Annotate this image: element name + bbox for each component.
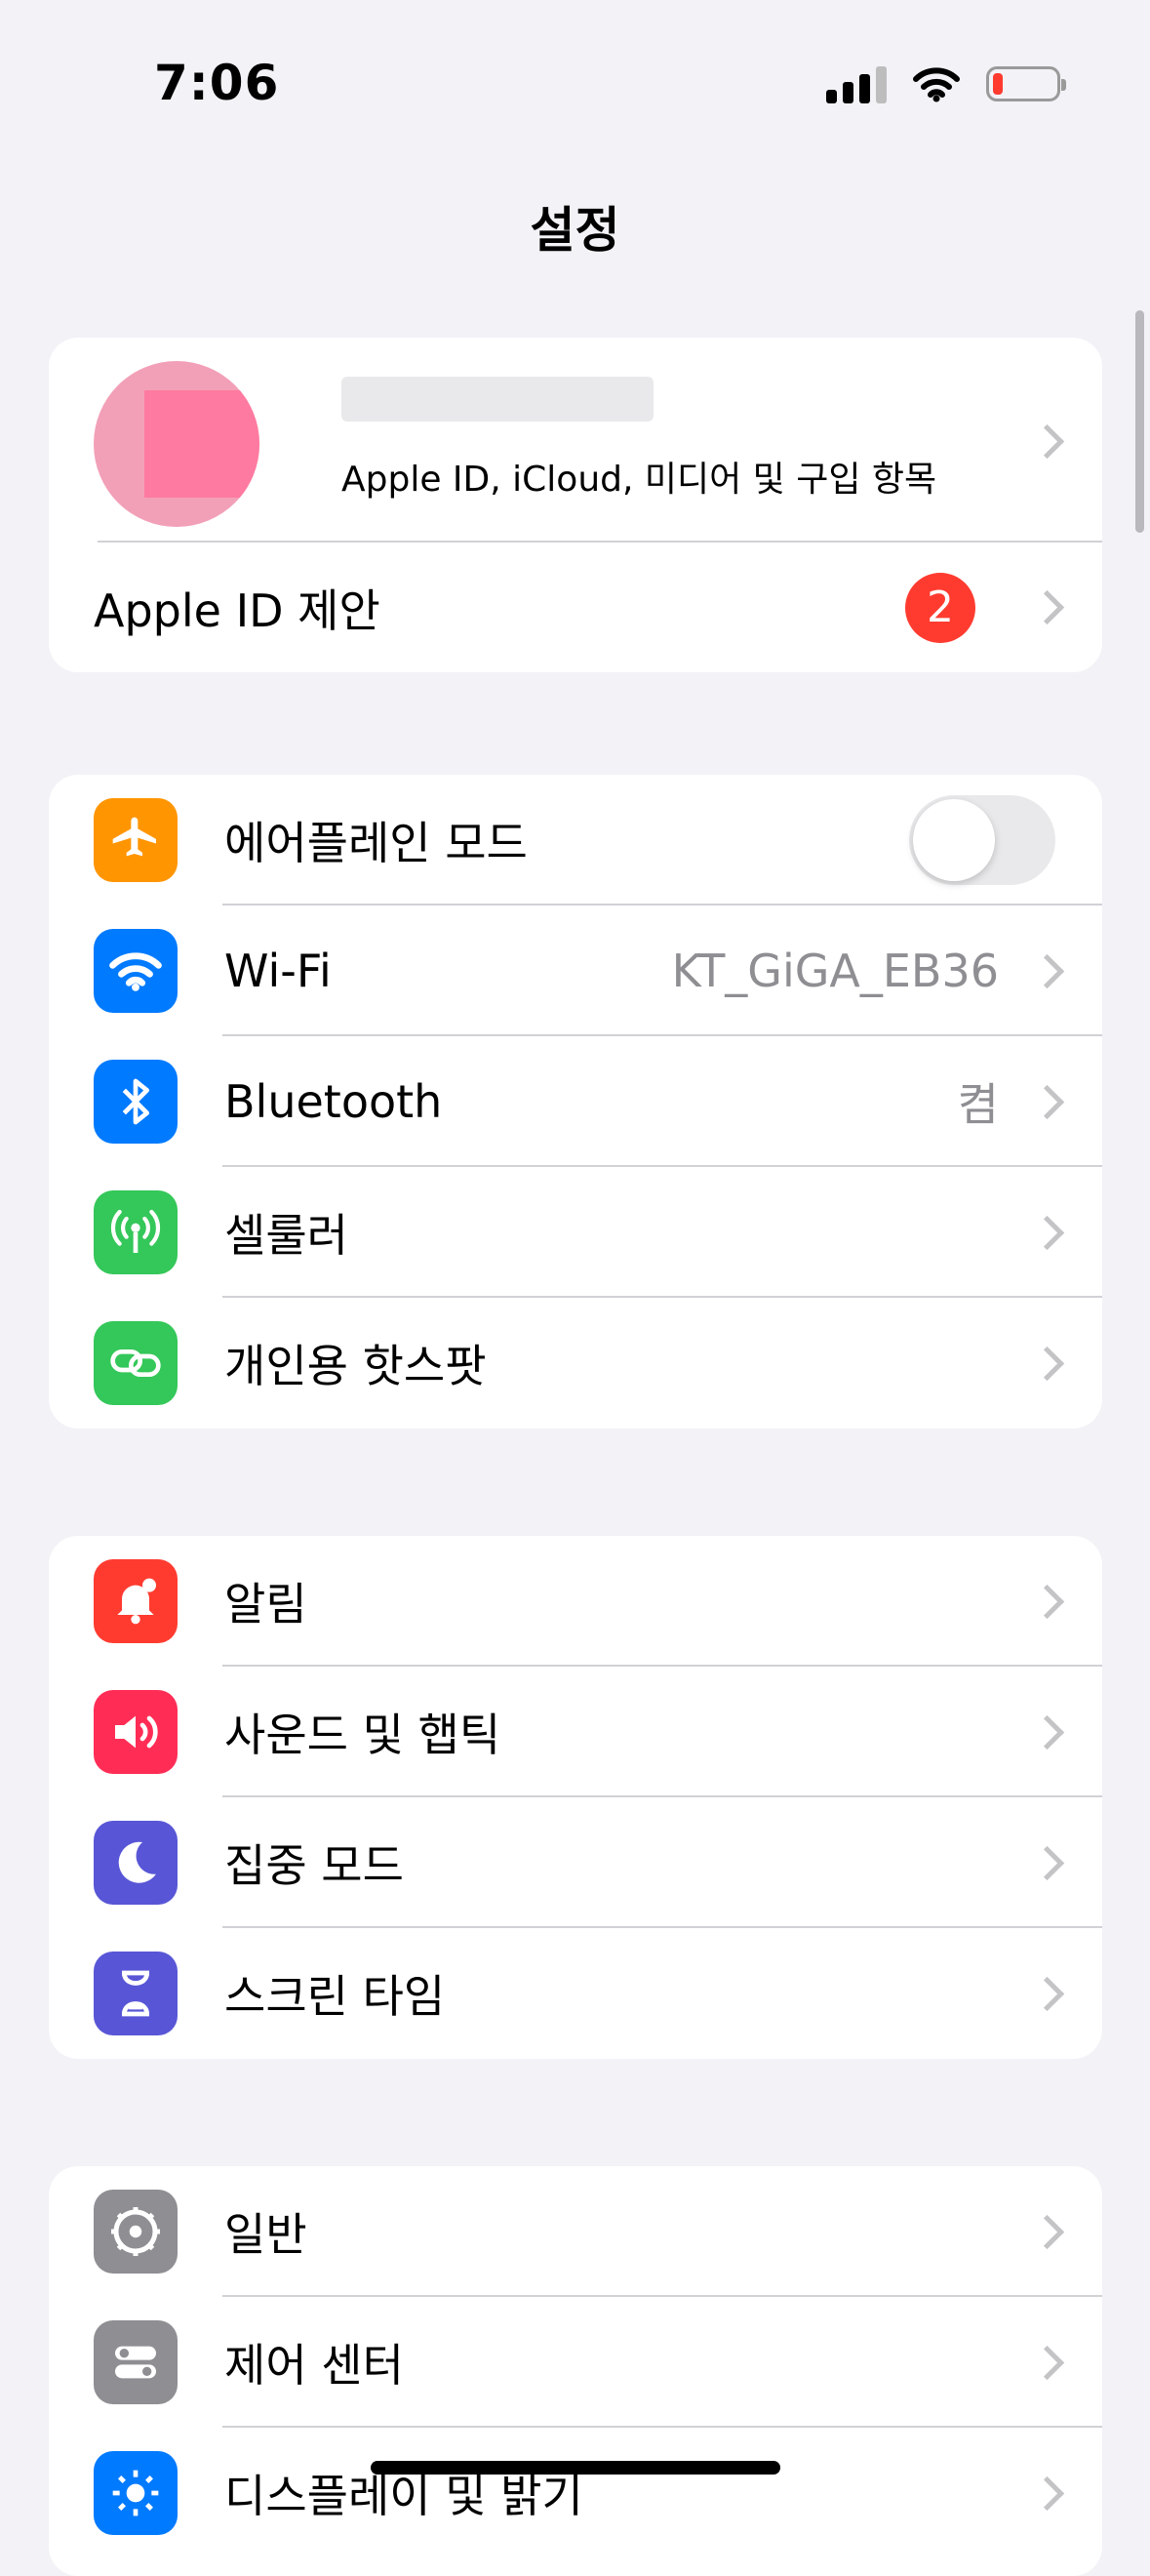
notification-badge: 2 [905, 572, 975, 643]
row-label: 알림 [224, 1578, 307, 1630]
home-indicator[interactable] [371, 2461, 780, 2475]
battery-icon [986, 66, 1066, 101]
chevron-right-icon [1029, 2214, 1065, 2249]
chevron-right-icon [1029, 1346, 1065, 1381]
wifi-icon [94, 929, 178, 1013]
chevron-right-icon [1029, 2475, 1065, 2511]
toggles-icon [94, 2320, 178, 2404]
chevron-right-icon [1029, 1084, 1065, 1119]
settings-row-control-center[interactable]: 제어 센터 [49, 2297, 1102, 2428]
bluetooth-status-value: 켬 [957, 1078, 999, 1131]
chevron-right-icon [1029, 1215, 1065, 1250]
chevron-right-icon [1029, 589, 1065, 625]
gear-icon [94, 2190, 178, 2274]
chevron-right-icon [1029, 1845, 1065, 1880]
chevron-right-icon [1029, 1584, 1065, 1619]
row-label: Bluetooth [224, 1075, 443, 1128]
avatar [94, 361, 259, 527]
speaker-icon [94, 1690, 178, 1774]
account-name-redacted [341, 377, 654, 422]
apple-id-row[interactable]: Apple ID, iCloud, 미디어 및 구입 항목 [49, 338, 1102, 543]
row-label: 에어플레인 모드 [224, 817, 528, 869]
bluetooth-icon [94, 1060, 178, 1144]
row-label: 일반 [224, 2208, 307, 2261]
airplane-mode-toggle[interactable] [909, 795, 1055, 885]
account-group: Apple ID, iCloud, 미디어 및 구입 항목 Apple ID 제… [49, 338, 1102, 672]
settings-row-bluetooth[interactable]: Bluetooth 켬 [49, 1036, 1102, 1167]
chevron-right-icon [1029, 953, 1065, 988]
connectivity-group: 에어플레인 모드 Wi-Fi KT_GiGA_EB36 Bluetooth 켬 … [49, 775, 1102, 1429]
row-label: 개인용 핫스팟 [224, 1340, 487, 1392]
airplane-icon [94, 798, 178, 882]
chevron-right-icon [1029, 1976, 1065, 2011]
hourglass-icon [94, 1952, 178, 2035]
settings-row-personal-hotspot[interactable]: 개인용 핫스팟 [49, 1298, 1102, 1429]
settings-row-wifi[interactable]: Wi-Fi KT_GiGA_EB36 [49, 906, 1102, 1036]
settings-row-sounds-haptics[interactable]: 사운드 및 햅틱 [49, 1667, 1102, 1797]
settings-row-focus[interactable]: 집중 모드 [49, 1797, 1102, 1928]
settings-row-cellular[interactable]: 셀룰러 [49, 1167, 1102, 1298]
general-group: 일반 제어 센터 디스플레이 및 밝기 [49, 2166, 1102, 2576]
status-icons [826, 64, 1066, 103]
chevron-right-icon [1029, 2345, 1065, 2380]
chevron-right-icon [1029, 1714, 1065, 1750]
antenna-icon [94, 1190, 178, 1274]
suggestions-label: Apple ID 제안 [94, 584, 380, 637]
chevron-right-icon [1029, 423, 1065, 460]
wifi-network-value: KT_GiGA_EB36 [671, 945, 999, 997]
row-label: Wi-Fi [224, 945, 332, 997]
settings-row-notifications[interactable]: 알림 [49, 1536, 1102, 1667]
sun-icon [94, 2451, 178, 2535]
status-time: 7:06 [154, 55, 280, 111]
bell-icon [94, 1559, 178, 1643]
row-label: 스크린 타임 [224, 1970, 446, 2023]
apple-id-suggestions-row[interactable]: Apple ID 제안 2 [49, 543, 1102, 672]
row-label: 셀룰러 [224, 1209, 348, 1262]
page-title: 설정 [530, 202, 620, 259]
wifi-status-icon [913, 67, 960, 102]
row-label: 집중 모드 [224, 1839, 404, 1892]
settings-row-display-brightness[interactable]: 디스플레이 및 밝기 [49, 2428, 1102, 2558]
apple-id-subtitle: Apple ID, iCloud, 미디어 및 구입 항목 [341, 460, 937, 500]
row-label: 사운드 및 햅틱 [224, 1709, 501, 1761]
row-label: 제어 센터 [224, 2339, 404, 2392]
scroll-indicator [1135, 310, 1144, 533]
settings-row-screen-time[interactable]: 스크린 타임 [49, 1928, 1102, 2059]
moon-icon [94, 1821, 178, 1905]
cellular-signal-icon [826, 64, 887, 103]
settings-row-general[interactable]: 일반 [49, 2166, 1102, 2297]
link-icon [94, 1321, 178, 1405]
settings-row-airplane-mode[interactable]: 에어플레인 모드 [49, 775, 1102, 906]
notifications-group: 알림 사운드 및 햅틱 집중 모드 스크린 타임 [49, 1536, 1102, 2059]
